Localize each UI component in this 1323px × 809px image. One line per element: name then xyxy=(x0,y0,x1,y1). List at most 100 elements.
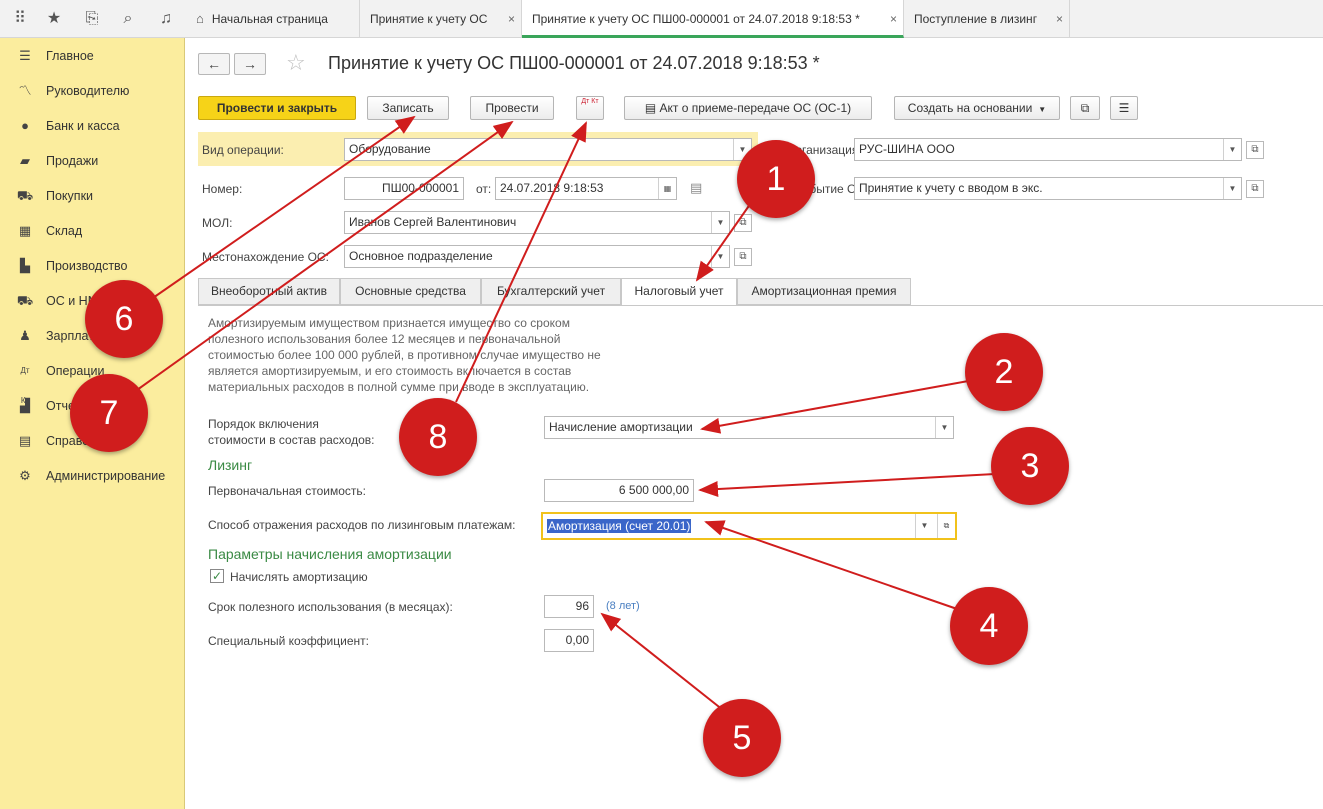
tab-noncurrent-asset[interactable]: Внеоборотный актив xyxy=(198,278,340,305)
special-coefficient-field[interactable]: 0,00 xyxy=(544,629,594,652)
chevron-down-icon[interactable]: ▼ xyxy=(935,417,953,438)
order-label: Порядок включения xyxy=(208,417,319,431)
sidebar-item-admin[interactable]: ⚙ Администрирование xyxy=(0,461,185,491)
structure-icon: ⧉ xyxy=(1080,101,1090,115)
close-icon[interactable]: × xyxy=(890,0,897,35)
structure-button[interactable]: ⧉ xyxy=(1070,96,1100,120)
open-icon[interactable]: ⧉ xyxy=(734,214,752,232)
marker-8: 8 xyxy=(399,398,477,476)
operation-type-label: Вид операции: xyxy=(202,143,284,157)
open-icon[interactable]: ⧉ xyxy=(734,248,752,266)
event-field[interactable]: Принятие к учету с вводом в экс. ▼ xyxy=(854,177,1242,200)
printer-icon: ▤ xyxy=(644,101,660,115)
order-label-cont: стоимости в состав расходов: xyxy=(208,433,375,447)
arrow-left-icon: ← xyxy=(207,56,221,72)
chevron-down-icon[interactable]: ▼ xyxy=(711,212,729,233)
act-os1-button[interactable]: ▤ Акт о приеме-передаче ОС (ОС-1) xyxy=(624,96,872,120)
apps-grid-icon[interactable]: ⠿ xyxy=(10,9,30,29)
top-bar: ⠿ ★ ⎘ ⌕ ♫ ⌂ Начальная страница Принятие к… xyxy=(0,0,1323,38)
sidebar-item-manager[interactable]: 〽 Руководителю xyxy=(0,76,185,106)
sidebar-item-warehouse[interactable]: ▦ Склад xyxy=(0,216,185,246)
expense-order-field[interactable]: Начисление амортизации ▼ xyxy=(544,416,954,439)
marker-5: 5 xyxy=(703,699,781,777)
favorite-star-icon[interactable]: ☆ xyxy=(286,50,306,76)
tab-depreciation-bonus[interactable]: Амортизационная премия xyxy=(737,278,911,305)
open-icon[interactable]: ⧉ xyxy=(1246,141,1264,159)
save-button[interactable]: Записать xyxy=(367,96,449,120)
sidebar-item-bank[interactable]: ● Банк и касса xyxy=(0,111,185,141)
marker-2: 2 xyxy=(965,333,1043,411)
marker-1: 1 xyxy=(737,140,815,218)
location-field[interactable]: Основное подразделение ▼ xyxy=(344,245,730,268)
tab-os-document[interactable]: Принятие к учету ОС ПШ00-000001 от 24.07… xyxy=(522,0,904,38)
tab-fixed-assets[interactable]: Основные средства xyxy=(340,278,481,305)
tab-os-list[interactable]: Принятие к учету ОС × xyxy=(360,0,522,38)
sidebar-item-purchases[interactable]: ⛟ Покупки xyxy=(0,181,185,211)
grid-icon: ▦ xyxy=(18,223,32,238)
tab-tax-accounting[interactable]: Налоговый учет xyxy=(621,278,737,306)
tab-divider xyxy=(198,305,1323,306)
trend-icon: 〽 xyxy=(18,83,32,98)
report-button[interactable]: ☰ xyxy=(1110,96,1138,120)
forward-button[interactable]: → xyxy=(234,53,266,75)
useful-life-label: Срок полезного использования (в месяцах)… xyxy=(208,600,453,614)
open-icon[interactable]: ⧉ xyxy=(1246,180,1264,198)
chevron-down-icon[interactable]: ▼ xyxy=(711,246,729,267)
dtkt-button[interactable]: Дт Кт xyxy=(576,96,604,120)
back-button[interactable]: ← xyxy=(198,53,230,75)
cart-icon: ⛟ xyxy=(16,188,34,203)
marker-6: 6 xyxy=(85,280,163,358)
comment-icon[interactable]: ▤ xyxy=(690,180,702,196)
sidebar-item-main[interactable]: ☰ Главное xyxy=(0,41,185,71)
initial-cost-field[interactable]: 6 500 000,00 xyxy=(544,479,694,502)
special-coefficient-label: Специальный коэффициент: xyxy=(208,634,369,648)
mol-label: МОЛ: xyxy=(202,216,233,230)
date-label: от: xyxy=(476,182,492,196)
tab-accounting[interactable]: Бухгалтерский учет xyxy=(481,278,621,305)
calendar-icon[interactable]: ▦ xyxy=(658,178,676,199)
marker-3: 3 xyxy=(991,427,1069,505)
page-title: Принятие к учету ОС ПШ00-000001 от 24.07… xyxy=(328,53,820,73)
truck-icon: ⛟ xyxy=(16,293,34,308)
close-icon[interactable]: × xyxy=(508,0,515,38)
bag-icon: ▰ xyxy=(20,153,30,168)
number-field[interactable]: ПШ00-000001 xyxy=(344,177,464,200)
gear-icon: ⚙ xyxy=(19,468,31,483)
organization-field[interactable]: РУС-ШИНА ООО ▼ xyxy=(854,138,1242,161)
date-field[interactable]: 24.07.2018 9:18:53 ▦ xyxy=(495,177,677,200)
useful-life-years: (8 лет) xyxy=(606,600,640,612)
sidebar-item-production[interactable]: ▙ Производство xyxy=(0,251,185,281)
post-button[interactable]: Провести xyxy=(470,96,554,120)
history-icon[interactable]: ⎘ xyxy=(82,9,102,29)
create-based-on-button[interactable]: Создать на основании ▼ xyxy=(894,96,1060,120)
bar-chart-icon: ▟ xyxy=(20,398,30,413)
tab-leasing[interactable]: Поступление в лизинг × xyxy=(904,0,1070,38)
chevron-down-icon: ▼ xyxy=(1038,105,1047,114)
useful-life-field[interactable]: 96 xyxy=(544,595,594,618)
chevron-down-icon[interactable]: ▼ xyxy=(1223,139,1241,160)
favorites-star-icon[interactable]: ★ xyxy=(44,9,64,29)
marker-7: 7 xyxy=(70,374,148,452)
accrue-depreciation-checkbox[interactable]: ✓ xyxy=(210,569,224,583)
coin-icon: ● xyxy=(21,118,29,133)
leasing-method-field[interactable]: Амортизация (счет 20.01) ▼ ⧉ xyxy=(541,512,957,540)
close-icon[interactable]: × xyxy=(1056,0,1063,38)
depreciation-section-title: Параметры начисления амортизации xyxy=(208,546,452,562)
sidebar-item-sales[interactable]: ▰ Продажи xyxy=(0,146,185,176)
mol-field[interactable]: Иванов Сергей Валентинович ▼ xyxy=(344,211,730,234)
chevron-down-icon[interactable]: ▼ xyxy=(1223,178,1241,199)
bell-icon[interactable]: ♫ xyxy=(156,9,176,29)
open-icon[interactable]: ⧉ xyxy=(937,514,955,538)
search-icon[interactable]: ⌕ xyxy=(118,9,138,29)
post-and-close-button[interactable]: Провести и закрыть xyxy=(198,96,356,120)
list-icon: ☰ xyxy=(1118,101,1130,115)
books-icon: ▤ xyxy=(18,433,32,448)
marker-4: 4 xyxy=(950,587,1028,665)
home-icon: ⌂ xyxy=(196,11,204,26)
operation-type-field[interactable]: Оборудование ▼ xyxy=(344,138,752,161)
initial-cost-label: Первоначальная стоимость: xyxy=(208,484,366,498)
person-icon: ♟ xyxy=(19,328,31,343)
tab-home[interactable]: ⌂ Начальная страница xyxy=(186,0,360,38)
chevron-down-icon[interactable]: ▼ xyxy=(915,514,933,538)
arrow-right-icon: → xyxy=(243,56,257,72)
